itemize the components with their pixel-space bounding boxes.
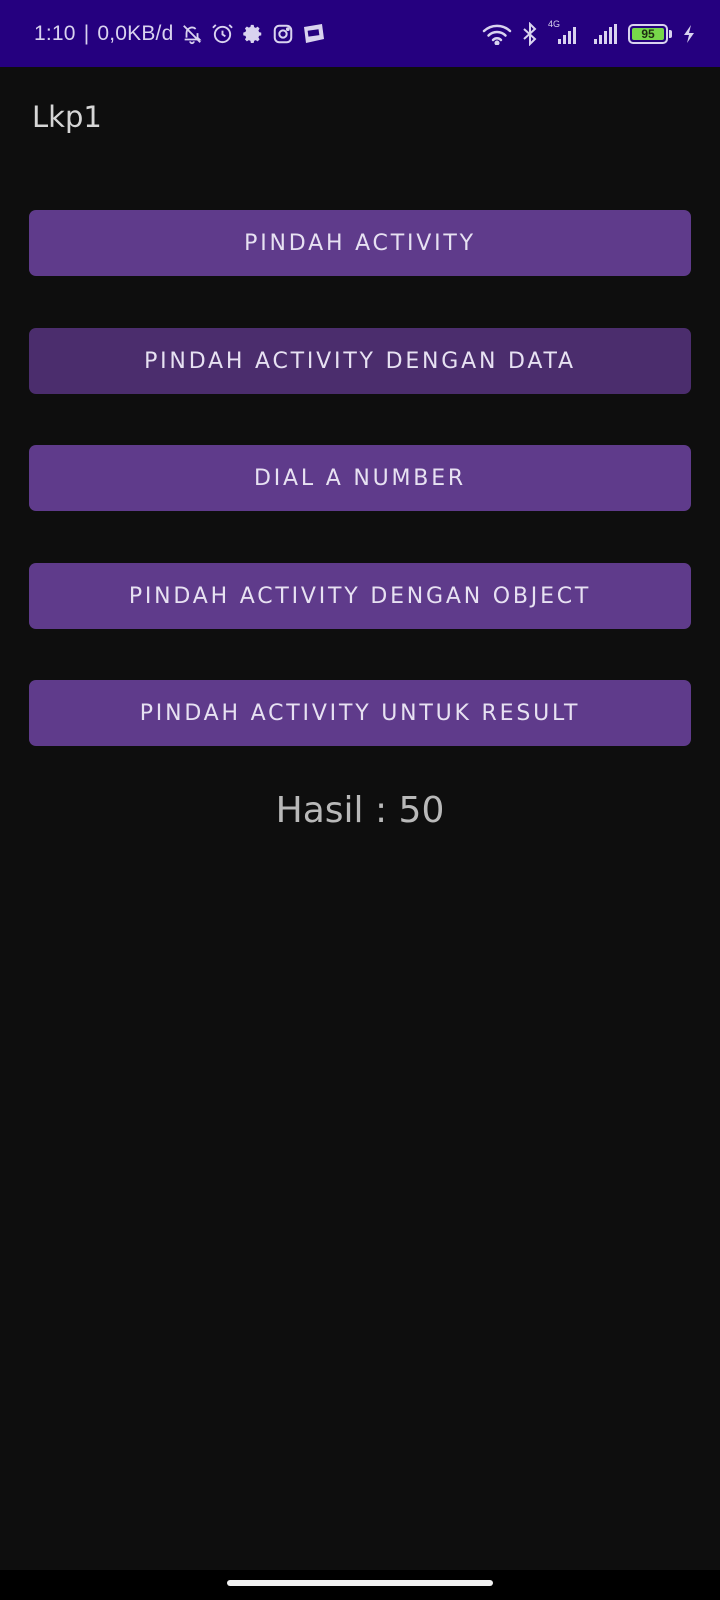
pindah-activity-dengan-object-button[interactable]: PINDAH ACTIVITY DENGAN OBJECT <box>29 563 691 629</box>
settings-gear-icon <box>242 23 264 45</box>
navigation-bar <box>0 1570 720 1600</box>
status-time: 1:10 <box>34 21 76 45</box>
pindah-activity-button[interactable]: PINDAH ACTIVITY <box>29 210 691 276</box>
status-left: 1:10 | 0,0KB/d <box>34 0 326 67</box>
bluetooth-icon <box>522 21 538 46</box>
signal-icon <box>592 22 618 46</box>
charging-icon <box>682 24 696 44</box>
webtoon-icon <box>302 23 326 45</box>
result-text: Hasil : 50 <box>275 790 445 831</box>
status-separator: | <box>83 21 90 45</box>
wifi-icon <box>482 23 512 45</box>
home-indicator[interactable] <box>227 1580 493 1586</box>
app-title: Lkp1 <box>32 100 102 134</box>
network-speed: 0,0KB/d <box>97 21 174 45</box>
alarm-icon <box>211 22 234 45</box>
status-bar: 1:10 | 0,0KB/d 4G 95 <box>0 0 720 67</box>
instagram-icon <box>272 23 294 45</box>
battery-cap <box>669 29 672 38</box>
battery: 95 <box>628 23 668 44</box>
notifications-off-icon <box>181 23 203 45</box>
battery-level: 95 <box>641 26 655 41</box>
pindah-activity-dengan-data-button[interactable]: PINDAH ACTIVITY DENGAN DATA <box>29 328 691 394</box>
status-right: 4G 95 <box>482 0 696 67</box>
signal-4g-icon: 4G <box>548 19 582 46</box>
pindah-activity-untuk-result-button[interactable]: PINDAH ACTIVITY UNTUK RESULT <box>29 680 691 746</box>
dial-a-number-button[interactable]: DIAL A NUMBER <box>29 445 691 511</box>
battery-icon: 95 <box>628 23 672 44</box>
